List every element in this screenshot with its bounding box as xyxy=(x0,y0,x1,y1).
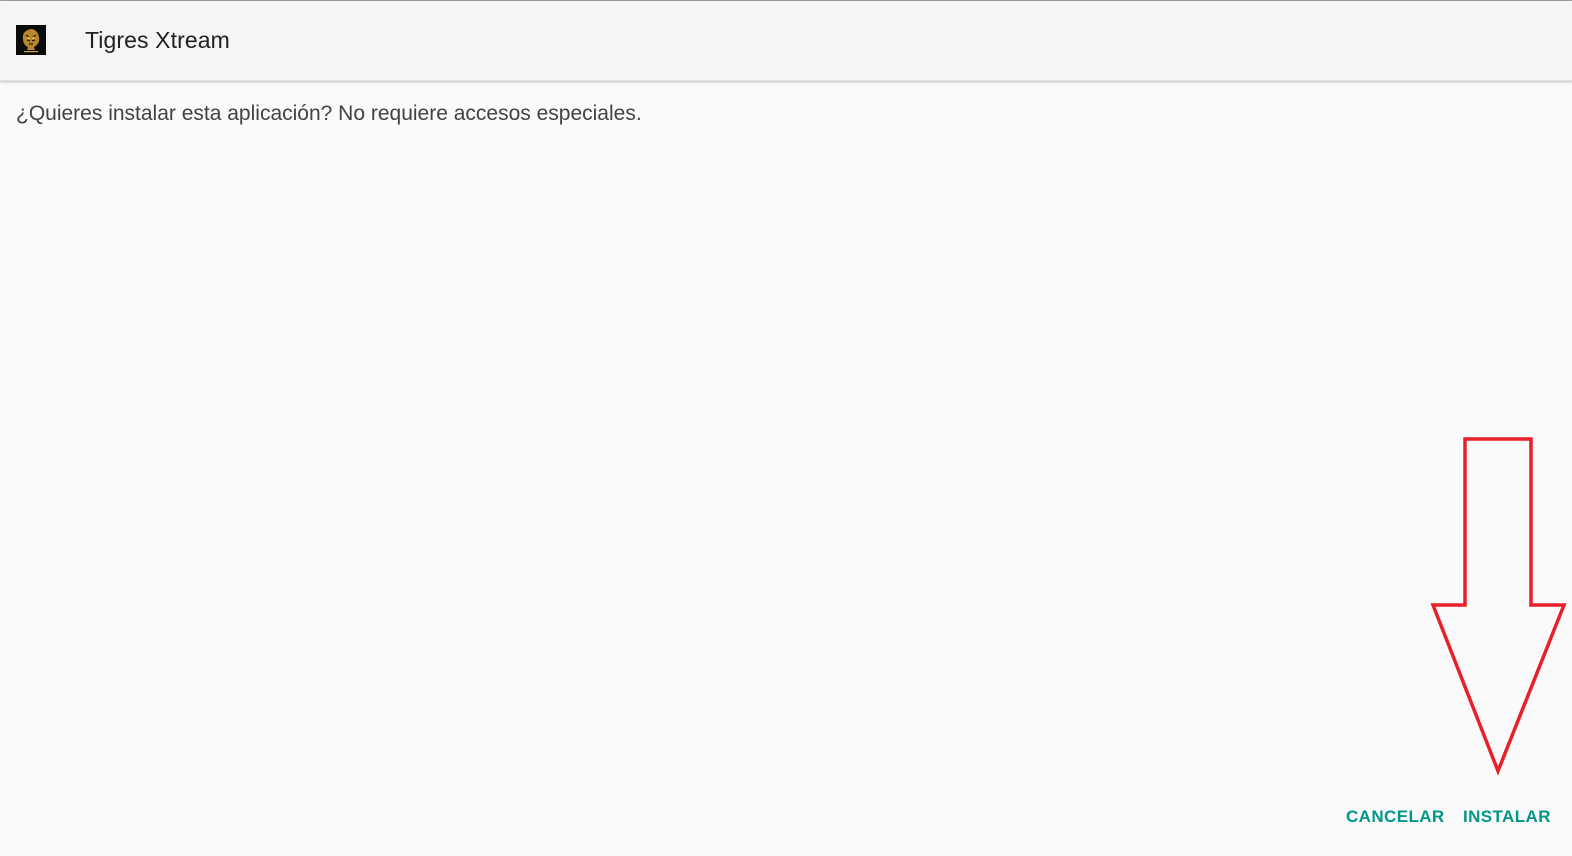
install-prompt-text: ¿Quieres instalar esta aplicación? No re… xyxy=(16,102,642,125)
install-screen: Tigres Xtream ¿Quieres instalar esta apl… xyxy=(0,0,1572,856)
app-bar: Tigres Xtream xyxy=(0,1,1572,81)
app-title: Tigres Xtream xyxy=(85,27,230,53)
tiger-logo-icon xyxy=(16,25,46,55)
install-button[interactable]: INSTALAR xyxy=(1463,807,1551,827)
red-arrow-down-icon xyxy=(1430,437,1567,776)
cancel-button[interactable]: CANCELAR xyxy=(1346,807,1445,827)
